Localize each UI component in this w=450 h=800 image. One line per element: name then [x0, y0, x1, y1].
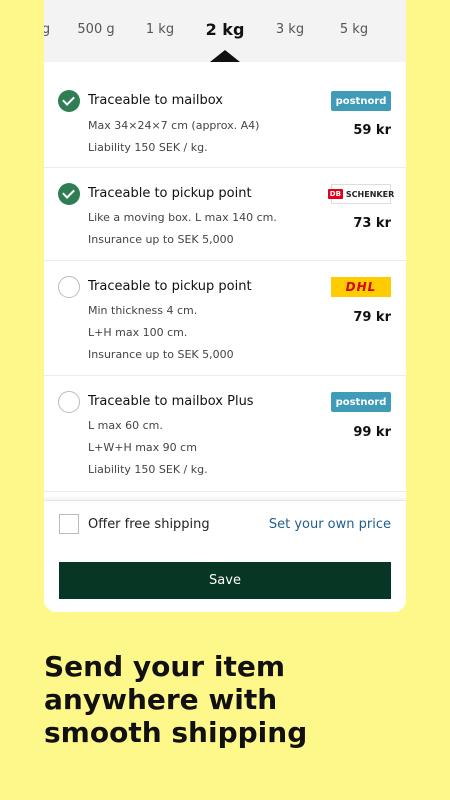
option-detail: Liability 150 SEK / kg. [88, 463, 208, 476]
promo-line: anywhere with [44, 683, 278, 716]
promo-line: smooth shipping [44, 716, 308, 749]
weight-option[interactable]: 3 kg [276, 22, 304, 37]
db-badge: DB [327, 189, 343, 199]
option-detail: Min thickness 4 cm. [88, 304, 198, 317]
option-detail: Insurance up to SEK 5,000 [88, 348, 234, 361]
unchecked-circle-icon[interactable] [58, 276, 80, 298]
shipping-option[interactable]: Traceable to mailbox Plus L max 60 cm. L… [44, 376, 406, 492]
option-price: 59 kr [353, 123, 391, 138]
selected-indicator-icon [210, 50, 240, 62]
option-price: 99 kr [353, 425, 391, 440]
weight-option[interactable]: 500 g [77, 22, 114, 37]
checked-circle-icon[interactable] [58, 90, 80, 112]
free-shipping-row: Offer free shipping Set your own price [44, 500, 406, 549]
option-title: Traceable to pickup point [88, 279, 252, 294]
option-title: Traceable to pickup point [88, 186, 252, 201]
schenker-label: SCHENKER [345, 189, 395, 199]
shipping-card: g 500 g 1 kg 2 kg 3 kg 5 kg Traceable to… [44, 0, 406, 612]
set-own-price-link[interactable]: Set your own price [269, 517, 391, 532]
weight-option[interactable]: 1 kg [146, 22, 174, 37]
promo-headline: Send your item anywhere with smooth ship… [44, 650, 424, 749]
option-price: 73 kr [353, 216, 391, 231]
weight-option[interactable]: 5 kg [340, 22, 368, 37]
shipping-option[interactable]: Traceable to mailbox Max 34×24×7 cm (app… [44, 62, 406, 168]
option-title: Traceable to mailbox [88, 93, 223, 108]
option-title: Traceable to mailbox Plus [88, 394, 254, 409]
unchecked-circle-icon[interactable] [58, 391, 80, 413]
option-detail: Liability 150 SEK / kg. [88, 141, 208, 154]
weight-option-selected[interactable]: 2 kg [206, 20, 245, 39]
db-schenker-logo: DB SCHENKER [327, 184, 395, 204]
option-price: 79 kr [353, 310, 391, 325]
shipping-option[interactable]: Traceable to pickup point Min thickness … [44, 261, 406, 376]
free-shipping-label[interactable]: Offer free shipping [88, 517, 210, 532]
option-detail: L+W+H max 90 cm [88, 441, 197, 454]
shipping-option[interactable]: Traceable to pickup point Like a moving … [44, 168, 406, 261]
option-detail: Like a moving box. L max 140 cm. [88, 211, 277, 224]
weight-selector: g 500 g 1 kg 2 kg 3 kg 5 kg [44, 0, 406, 62]
option-detail: L+H max 100 cm. [88, 326, 188, 339]
option-detail: Insurance up to SEK 5,000 [88, 233, 234, 246]
option-detail: Max 34×24×7 cm (approx. A4) [88, 119, 260, 132]
weight-option[interactable]: g [44, 22, 50, 37]
checked-circle-icon[interactable] [58, 183, 80, 205]
option-detail: L max 60 cm. [88, 419, 163, 432]
postnord-logo: postnord [331, 91, 391, 111]
dhl-logo: DHL [331, 277, 391, 297]
promo-line: Send your item [44, 650, 286, 683]
postnord-logo: postnord [331, 392, 391, 412]
save-button[interactable]: Save [59, 562, 391, 599]
free-shipping-checkbox[interactable] [59, 514, 79, 534]
